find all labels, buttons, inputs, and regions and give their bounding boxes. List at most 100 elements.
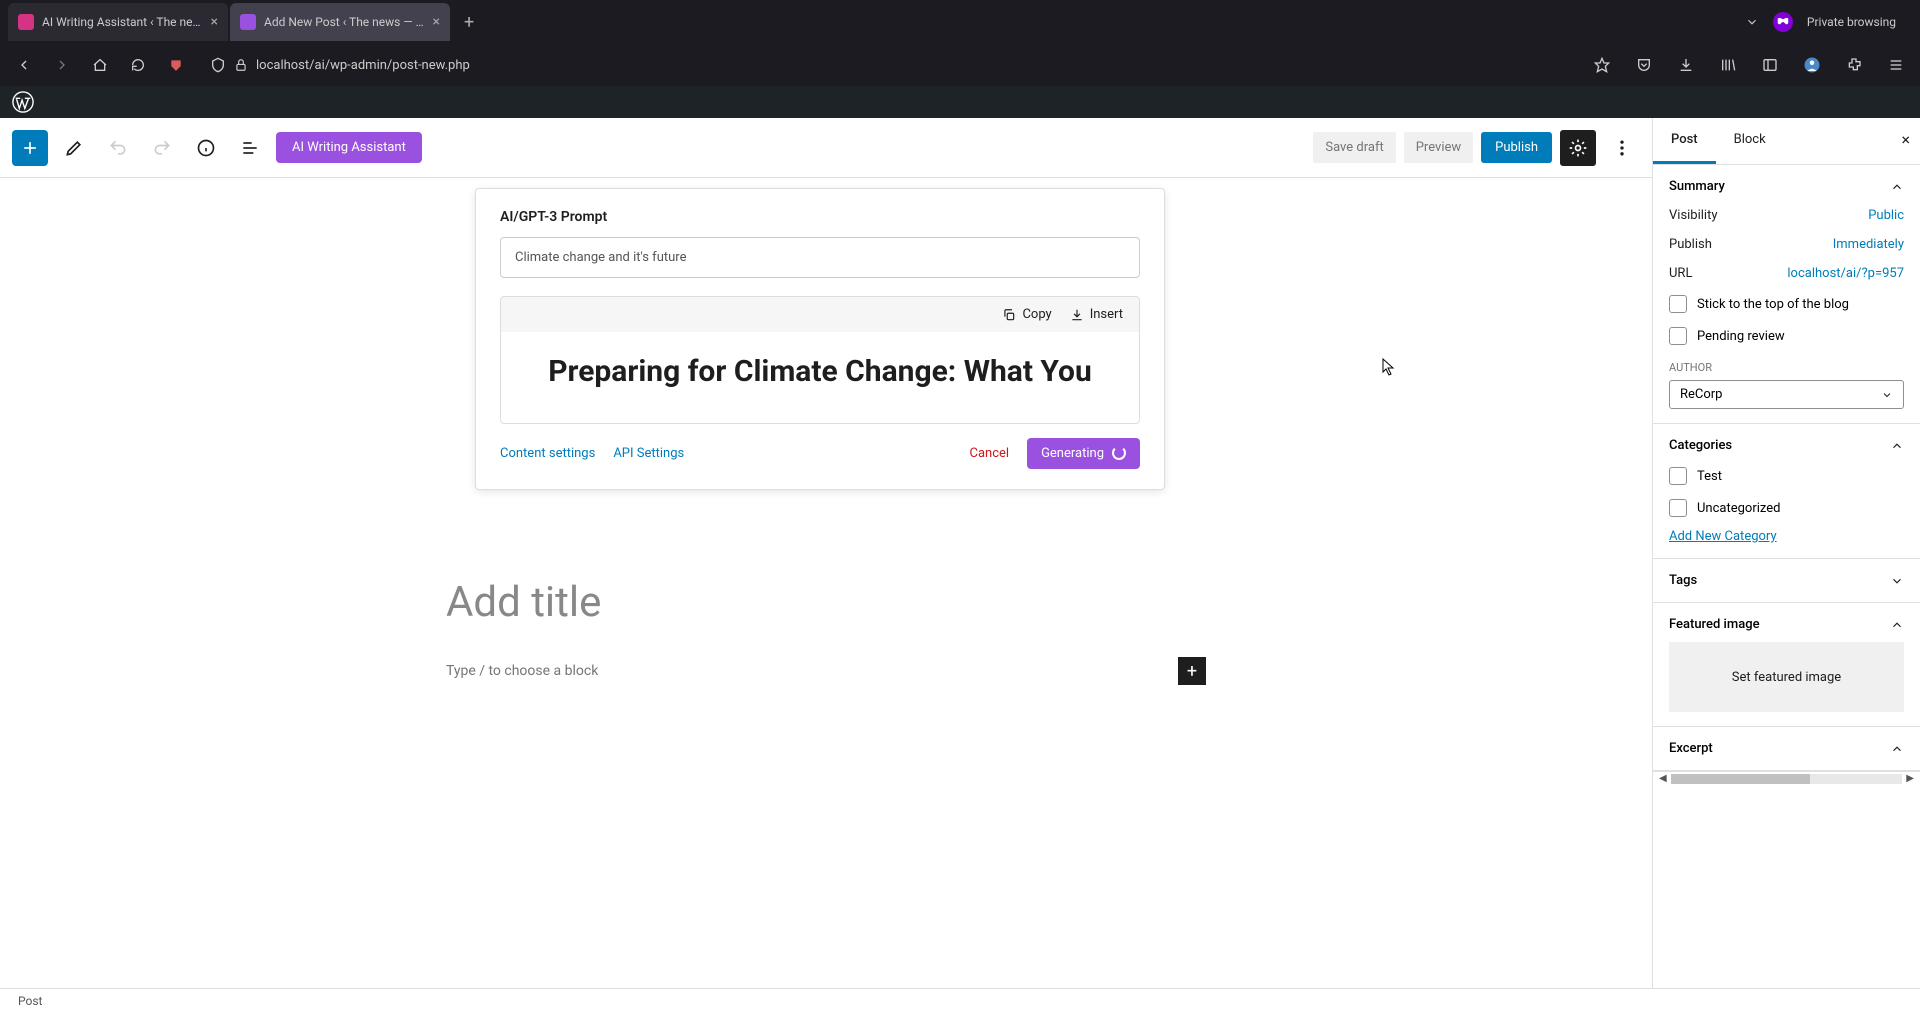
category-uncategorized-checkbox[interactable] [1669,499,1687,517]
ai-prompt-input[interactable] [500,237,1140,278]
summary-header[interactable]: Summary [1669,179,1904,194]
scrollbar-track[interactable] [1671,774,1903,784]
undo-button[interactable] [100,130,136,166]
scrollbar-thumb[interactable] [1671,774,1810,784]
tab-post[interactable]: Post [1653,118,1716,164]
cursor-icon [1382,358,1396,376]
chevron-down-icon [1881,389,1893,401]
tab-block[interactable]: Block [1716,118,1784,164]
browser-nav-row: localhost/ai/wp-admin/post-new.php [0,44,1920,86]
url-bar[interactable]: localhost/ai/wp-admin/post-new.php [200,49,1578,81]
back-button[interactable] [10,51,38,79]
excerpt-header[interactable]: Excerpt [1669,741,1904,756]
section-excerpt: Excerpt [1653,727,1920,771]
chevron-up-icon [1890,618,1904,632]
url-text: localhost/ai/wp-admin/post-new.php [256,58,470,73]
author-select[interactable]: ReCorp [1669,380,1904,409]
pocket-icon[interactable] [1630,51,1658,79]
add-block-button[interactable] [12,130,48,166]
private-browsing-label: Private browsing [1807,15,1896,29]
publish-button[interactable]: Publish [1481,132,1552,163]
featured-header[interactable]: Featured image [1669,617,1904,632]
close-sidebar-icon[interactable]: × [1901,130,1910,149]
scroll-right-icon[interactable]: ▶ [1906,773,1914,784]
stick-label: Stick to the top of the blog [1697,297,1849,312]
section-featured-image: Featured image Set featured image [1653,603,1920,727]
spinner-icon [1112,446,1126,460]
categories-header[interactable]: Categories [1669,438,1904,453]
private-mask-icon [1773,12,1793,32]
chevron-down-icon [1890,574,1904,588]
add-new-category-link[interactable]: Add New Category [1669,529,1777,544]
new-tab-button[interactable]: + [452,12,486,33]
tags-header[interactable]: Tags [1669,573,1904,588]
post-title-input[interactable]: Add title [446,578,1206,627]
lock-icon[interactable] [234,58,248,72]
edit-mode-button[interactable] [56,130,92,166]
browser-tab-1[interactable]: Add New Post ‹ The news — W… × [230,3,450,41]
downloads-icon[interactable] [1672,51,1700,79]
browser-chrome: AI Writing Assistant ‹ The news × Add Ne… [0,0,1920,86]
home-button[interactable] [86,51,114,79]
ai-writing-assistant-button[interactable]: AI Writing Assistant [276,132,422,163]
tab-favicon-icon [18,14,34,30]
preview-button[interactable]: Preview [1404,132,1473,163]
editor-canvas: AI/GPT-3 Prompt Copy Insert [0,178,1652,685]
settings-gear-icon[interactable] [1560,130,1596,166]
publish-value[interactable]: Immediately [1833,237,1904,252]
redo-button[interactable] [144,130,180,166]
cancel-button[interactable]: Cancel [969,446,1009,461]
account-icon[interactable] [1798,51,1826,79]
author-label: AUTHOR [1669,361,1904,374]
forward-button[interactable] [48,51,76,79]
stick-checkbox[interactable] [1669,295,1687,313]
close-icon[interactable]: × [433,14,440,30]
block-placeholder[interactable]: Type / to choose a block [446,663,1178,679]
tab-title: Add New Post ‹ The news — W… [264,15,425,29]
info-icon[interactable] [188,130,224,166]
set-featured-image-button[interactable]: Set featured image [1669,642,1904,712]
settings-sidebar: Post Block × Summary Visibility Public P… [1652,118,1920,1012]
reload-button[interactable] [124,51,152,79]
wp-admin-bar [0,86,1920,118]
insert-button[interactable]: Insert [1070,307,1123,322]
url-value[interactable]: localhost/ai/?p=957 [1787,266,1904,281]
chevron-up-icon [1890,439,1904,453]
extension-icon[interactable] [162,51,190,79]
api-settings-link[interactable]: API Settings [613,446,684,461]
copy-button[interactable]: Copy [1002,307,1051,322]
copy-icon [1002,308,1016,322]
insert-icon [1070,308,1084,322]
generating-button[interactable]: Generating [1027,438,1140,469]
extensions-icon[interactable] [1840,51,1868,79]
scroll-left-icon[interactable]: ◀ [1659,773,1667,784]
category-label: Uncategorized [1697,501,1780,516]
shield-icon[interactable] [210,57,226,73]
ai-prompt-panel: AI/GPT-3 Prompt Copy Insert [475,188,1165,490]
library-icon[interactable] [1714,51,1742,79]
sidebar-horizontal-scrollbar[interactable]: ◀ ▶ [1653,771,1920,785]
url-label: URL [1669,266,1692,281]
close-icon[interactable]: × [211,14,218,30]
more-options-icon[interactable] [1604,130,1640,166]
add-block-inline-button[interactable]: + [1178,657,1206,685]
wordpress-logo-icon[interactable] [12,91,34,113]
save-draft-button[interactable]: Save draft [1313,132,1395,163]
pending-checkbox[interactable] [1669,327,1687,345]
visibility-label: Visibility [1669,208,1718,223]
editor-main: AI Writing Assistant Save draft Preview … [0,118,1652,1012]
chevron-down-icon[interactable] [1745,15,1759,29]
visibility-value[interactable]: Public [1868,208,1904,223]
status-bar: Post [0,988,1920,1012]
browser-tab-0[interactable]: AI Writing Assistant ‹ The news × [8,3,228,41]
content-settings-link[interactable]: Content settings [500,446,595,461]
category-test-checkbox[interactable] [1669,467,1687,485]
menu-icon[interactable] [1882,51,1910,79]
bookmark-star-icon[interactable] [1588,51,1616,79]
outline-icon[interactable] [232,130,268,166]
ai-panel-title: AI/GPT-3 Prompt [500,209,1140,225]
sidebar-toggle-icon[interactable] [1756,51,1784,79]
sidebar-tabs: Post Block × [1653,118,1920,165]
editor-toolbar: AI Writing Assistant Save draft Preview … [0,118,1652,178]
tab-favicon-icon [240,14,256,30]
